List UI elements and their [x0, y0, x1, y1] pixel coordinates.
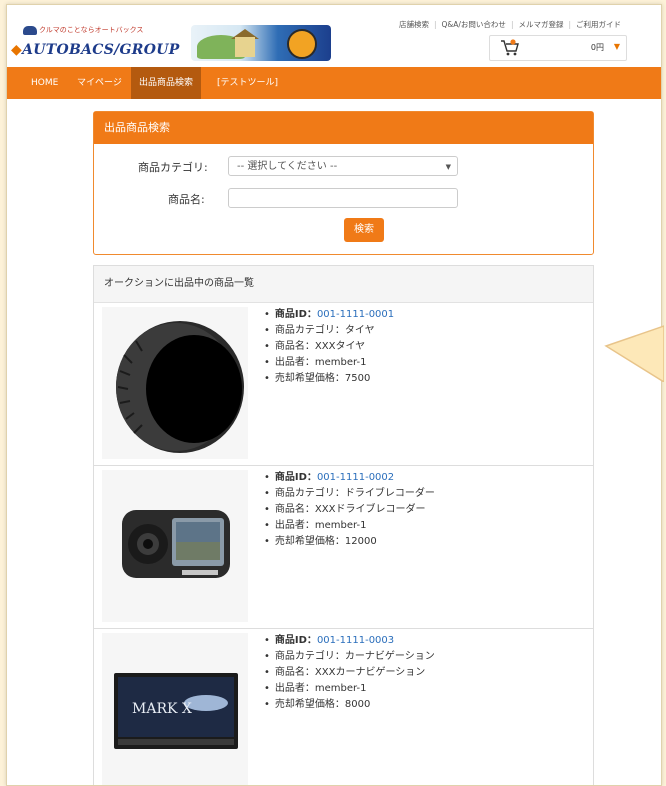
logo-tagline[interactable]: クルマのことならオートバックス [21, 25, 143, 35]
dashcam-image[interactable] [102, 470, 248, 622]
item-category: 商品カテゴリ：タイヤ [264, 323, 394, 339]
top-links: 店舗検索 | Q&A/お問い合わせ | メルマガ登録 | ご利用ガイド [398, 20, 621, 29]
category-select[interactable]: -- 選択してください -- ▼ [228, 156, 458, 176]
select-arrow-icon: ▼ [445, 163, 451, 171]
item-seller: 出品者：member-1 [264, 355, 394, 371]
cart-widget[interactable]: 0円 ▼ [489, 35, 627, 61]
item-category: 商品カテゴリ：カーナビゲーション [264, 649, 435, 665]
browser-page: クルマのことならオートバックス ◆AUTOBACS/GROUP 店舗検索 | Q&A… [6, 4, 662, 786]
nav-screen-text: MARK X [132, 701, 192, 717]
search-panel: 出品商品検索 商品カテゴリ: -- 選択してください -- ▼ 商品名: 検索 [93, 111, 594, 255]
mascot-icon [287, 29, 317, 59]
item-name: 商品名：XXXカーナビゲーション [264, 665, 435, 681]
item-seller: 出品者：member-1 [264, 518, 435, 534]
item-name: 商品名：XXXタイヤ [264, 339, 394, 355]
item-price: 売却希望価格：7500 [264, 371, 394, 387]
dashcam-icon [122, 510, 230, 578]
autobacs-logo[interactable]: ◆AUTOBACS/GROUP [11, 42, 180, 58]
cart-icon [501, 39, 519, 56]
main-nav: HOME マイページ 出品商品検索 [テストツール] [7, 67, 661, 99]
nav-test-tool[interactable]: [テストツール] [209, 67, 286, 99]
callout-arrow-icon [604, 325, 664, 382]
house-shape [235, 37, 255, 57]
faq-link[interactable]: Q&A/お問い合わせ [442, 20, 506, 29]
logo-mark-icon: ◆ [11, 42, 23, 58]
item-seller: 出品者：member-1 [264, 681, 435, 697]
list-item: MARK X 商品ID：001-1111-0003 商品カテゴリ：カーナビゲーシ… [94, 629, 593, 785]
product-name-input[interactable] [228, 188, 458, 208]
car-icon [23, 25, 37, 35]
item-id-link[interactable]: 001-1111-0001 [317, 309, 394, 320]
listing-title: オークションに出品中の商品一覧 [94, 266, 593, 303]
tire-icon [116, 321, 244, 453]
guide-link[interactable]: ご利用ガイド [576, 20, 621, 29]
list-item: 商品ID：001-1111-0001 商品カテゴリ：タイヤ 商品名：XXXタイヤ… [94, 303, 593, 466]
site-header: クルマのことならオートバックス ◆AUTOBACS/GROUP 店舗検索 | Q&A… [7, 5, 661, 67]
item-id-link[interactable]: 001-1111-0002 [317, 472, 394, 483]
item-id: 商品ID：001-1111-0002 [264, 470, 435, 486]
item-details: 商品ID：001-1111-0001 商品カテゴリ：タイヤ 商品名：XXXタイヤ… [264, 307, 394, 387]
item-price: 売却希望価格：8000 [264, 697, 435, 713]
car-navigation-image[interactable]: MARK X [102, 633, 248, 785]
category-label: 商品カテゴリ: [138, 161, 208, 174]
product-name-label: 商品名: [168, 193, 205, 206]
item-name: 商品名：XXXドライブレコーダー [264, 502, 435, 518]
item-category: 商品カテゴリ：ドライブレコーダー [264, 486, 435, 502]
listing-panel: オークションに出品中の商品一覧 商品ID：001-1111-0001 [93, 265, 594, 785]
search-button[interactable]: 検索 [344, 218, 384, 242]
item-details: 商品ID：001-1111-0003 商品カテゴリ：カーナビゲーション 商品名：… [264, 633, 435, 713]
nav-mypage[interactable]: マイページ [69, 67, 130, 99]
tire-image[interactable] [102, 307, 248, 459]
item-id: 商品ID：001-1111-0001 [264, 307, 394, 323]
store-search-link[interactable]: 店舗検索 [399, 20, 429, 29]
item-details: 商品ID：001-1111-0002 商品カテゴリ：ドライブレコーダー 商品名：… [264, 470, 435, 550]
list-item: 商品ID：001-1111-0002 商品カテゴリ：ドライブレコーダー 商品名：… [94, 466, 593, 629]
navigation-unit-icon: MARK X [114, 673, 238, 749]
item-price: 売却希望価格：12000 [264, 534, 435, 550]
nav-home[interactable]: HOME [23, 67, 66, 99]
nav-listing-search[interactable]: 出品商品検索 [131, 67, 202, 99]
item-id-link[interactable]: 001-1111-0003 [317, 635, 394, 646]
newsletter-link[interactable]: メルマガ登録 [518, 20, 563, 29]
header-banner-image [191, 25, 331, 61]
search-panel-title: 出品商品検索 [94, 112, 593, 144]
cart-total: 0円 [590, 43, 604, 52]
chevron-down-icon[interactable]: ▼ [614, 42, 620, 51]
item-id: 商品ID：001-1111-0003 [264, 633, 435, 649]
